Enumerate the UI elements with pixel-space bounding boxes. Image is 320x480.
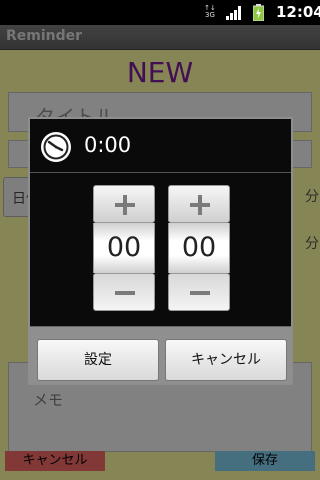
time-picker-dialog: 0:00 00 00 設定 キャンセル <box>28 117 293 385</box>
hour-decrement-button[interactable] <box>93 273 155 311</box>
time-picker: 00 00 <box>30 174 291 326</box>
dialog-button-bar: 設定 キャンセル <box>30 326 291 383</box>
minute-decrement-button[interactable] <box>168 273 230 311</box>
minute-picker: 00 <box>168 185 230 311</box>
minus-icon <box>115 291 135 295</box>
hour-value[interactable]: 00 <box>93 223 155 273</box>
network-indicator: ↑↓ 3G <box>204 4 216 19</box>
plus-icon <box>115 195 135 215</box>
minus-icon <box>190 291 210 295</box>
signal-icon <box>226 6 241 20</box>
dialog-header: 0:00 <box>30 119 291 173</box>
plus-icon <box>190 195 210 215</box>
dialog-cancel-button[interactable]: キャンセル <box>165 339 287 381</box>
minute-value[interactable]: 00 <box>168 223 230 273</box>
clock-icon <box>41 132 71 162</box>
clock-time: 12:04 <box>276 3 320 21</box>
hour-picker: 00 <box>93 185 155 311</box>
dialog-title: 0:00 <box>84 133 132 157</box>
set-button[interactable]: 設定 <box>37 339 159 381</box>
battery-icon <box>253 4 264 21</box>
hour-increment-button[interactable] <box>93 185 155 223</box>
status-bar: ↑↓ 3G 12:04 <box>0 0 320 25</box>
minute-increment-button[interactable] <box>168 185 230 223</box>
